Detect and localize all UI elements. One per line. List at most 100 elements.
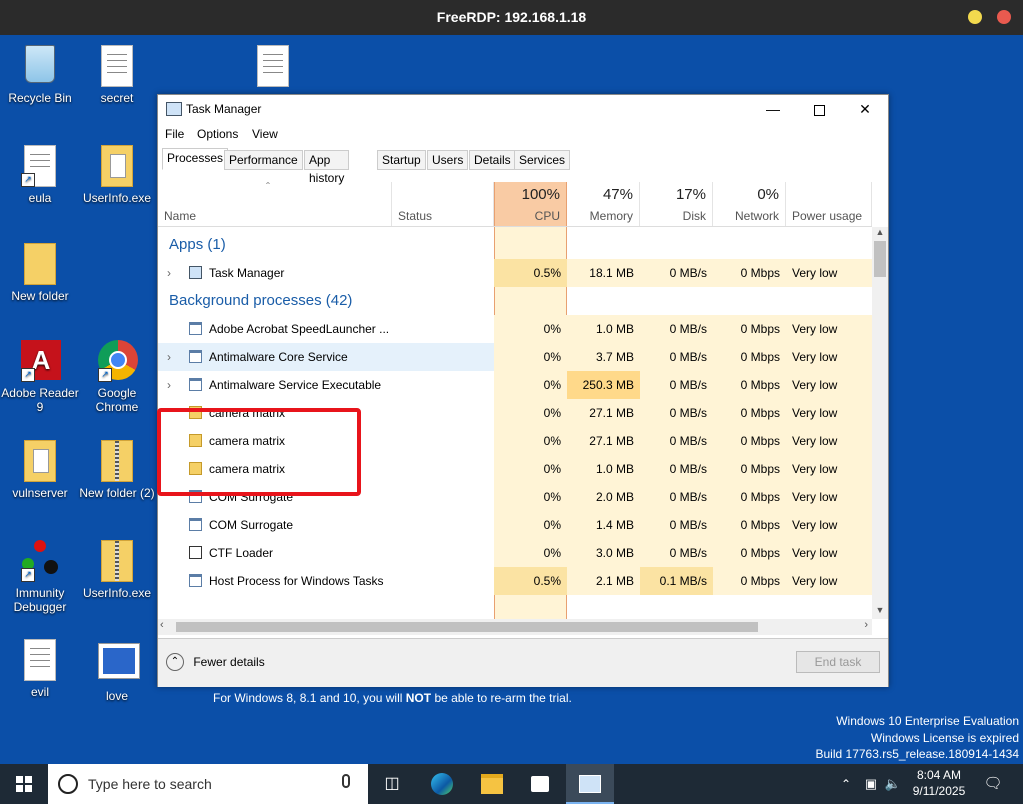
tab-users[interactable]: Users	[427, 150, 469, 170]
scroll-thumb[interactable]	[874, 241, 886, 277]
cell-cpu: 0%	[494, 511, 567, 539]
desktop-icon-new-folder[interactable]: New folder	[0, 243, 80, 303]
cell-disk: 0 MB/s	[640, 539, 713, 567]
clock-time: 8:04 AM	[916, 768, 962, 782]
minimize-button[interactable]: —	[750, 95, 796, 123]
document-icon	[21, 639, 59, 681]
window-titlebar[interactable]: Task Manager — ✕	[158, 95, 888, 123]
clock[interactable]: 8:04 AM 9/11/2025	[904, 767, 974, 799]
taskbar-search-box[interactable]: Type here to search	[48, 764, 368, 804]
tab-performance[interactable]: Performance	[224, 150, 303, 170]
end-task-button[interactable]: End task	[796, 651, 880, 673]
microphone-icon[interactable]	[342, 774, 350, 788]
store-icon[interactable]	[516, 764, 564, 804]
taskbar: Type here to search ◫ ⌃ ▣ 🔈 8:04 AM 9/11…	[0, 764, 1023, 804]
cell-power: Very low	[786, 259, 872, 287]
col-cpu[interactable]: 100% CPU	[494, 182, 567, 226]
col-network[interactable]: 0% Network	[713, 182, 786, 226]
fewer-details-button[interactable]: ⌃ Fewer details	[166, 653, 265, 673]
expand-chevron-icon[interactable]: ›	[167, 259, 171, 287]
tab-processes[interactable]: Processes	[162, 148, 229, 170]
desktop-icon-love[interactable]: love	[77, 639, 157, 703]
scroll-right-icon[interactable]: ›	[864, 619, 868, 631]
windows-logo-icon	[16, 775, 32, 792]
scroll-up-icon[interactable]: ▲	[872, 227, 888, 241]
desktop-icon-immunity-debugger[interactable]: ↗ Immunity Debugger	[0, 540, 80, 614]
desktop-icon-label: Recycle Bin	[8, 91, 72, 105]
cell-cpu: 0%	[494, 343, 567, 371]
cell-cpu: 0%	[494, 399, 567, 427]
group-title: Apps (1)	[169, 236, 226, 253]
process-row[interactable]: COM Surrogate 0% 1.4 MB 0 MB/s 0 Mbps Very lo…	[158, 511, 872, 539]
tab-app-history[interactable]: App history	[304, 150, 350, 185]
process-row[interactable]: › Task Manager 0.5% 18.1 MB 0 MB/s 0 Mbps Very…	[158, 259, 872, 287]
volume-muted-icon[interactable]: 🔈	[882, 764, 904, 804]
desktop-icon-userinfo[interactable]: UserInfo.exe	[77, 145, 157, 205]
process-row[interactable]: Adobe Acrobat SpeedLauncher ... 0% 1.0 MB 0…	[158, 315, 872, 343]
expand-chevron-icon[interactable]: ›	[167, 371, 171, 399]
cell-power: Very low	[786, 511, 872, 539]
group-header[interactable]: Background processes (42)	[158, 287, 872, 315]
desktop-icon-label: Adobe Reader 9	[1, 386, 79, 414]
folder-doc-icon	[21, 440, 59, 482]
col-status[interactable]: Status	[392, 182, 494, 226]
cell-net: 0 Mbps	[713, 427, 786, 455]
scroll-down-icon[interactable]: ▼	[872, 605, 888, 619]
close-button[interactable]: ✕	[842, 95, 888, 123]
process-name: Adobe Acrobat SpeedLauncher ...	[209, 322, 390, 336]
desktop-icon-evil[interactable]: evil	[0, 639, 80, 699]
minimize-dot-icon[interactable]	[968, 10, 982, 24]
task-view-icon[interactable]: ◫	[368, 764, 416, 804]
process-row[interactable]: › Antimalware Core Service 0% 3.7 MB 0 MB/s 0…	[158, 343, 872, 371]
process-row[interactable]: CTF Loader 0% 3.0 MB 0 MB/s 0 Mbps Very low	[158, 539, 872, 567]
scroll-thumb-horizontal[interactable]	[176, 622, 758, 632]
desktop-icon-new-folder-2[interactable]: New folder (2)	[77, 440, 157, 500]
network-icon[interactable]: ▣	[860, 764, 882, 804]
close-dot-icon[interactable]	[997, 10, 1011, 24]
file-explorer-icon[interactable]	[468, 764, 516, 804]
desktop-icon-document[interactable]	[233, 45, 313, 91]
window-process-icon	[189, 322, 202, 335]
desktop-icon-eula[interactable]: ↗ eula	[0, 145, 80, 205]
desktop-icon-adobe-reader[interactable]: A ↗ Adobe Reader 9	[0, 340, 80, 414]
edge-browser-icon[interactable]	[418, 764, 466, 804]
cell-cpu: 0.5%	[494, 567, 567, 595]
notifications-icon[interactable]: 🗨	[975, 764, 1011, 804]
process-row[interactable]: › Antimalware Service Executable 0% 250.3 M…	[158, 371, 872, 399]
col-disk[interactable]: 17% Disk	[640, 182, 713, 226]
cell-disk: 0 MB/s	[640, 399, 713, 427]
desktop-icon-userinfo-zip[interactable]: UserInfo.exe	[77, 540, 157, 600]
tab-startup[interactable]: Startup	[377, 150, 426, 170]
start-button[interactable]	[0, 764, 48, 804]
menu-file[interactable]: File	[165, 127, 184, 141]
vertical-scrollbar[interactable]: ▲ ▼	[872, 227, 888, 619]
cell-mem: 18.1 MB	[567, 259, 640, 287]
tab-details[interactable]: Details	[469, 150, 516, 170]
col-memory[interactable]: 47% Memory	[567, 182, 640, 226]
tab-services[interactable]: Services	[514, 150, 571, 170]
expand-chevron-icon[interactable]: ›	[167, 343, 171, 371]
horizontal-scrollbar[interactable]: ‹ ›	[158, 619, 872, 635]
col-power[interactable]: Power usage	[786, 182, 872, 226]
col-name[interactable]: ˆ Name	[158, 180, 392, 226]
chevron-up-icon[interactable]: ⌃	[834, 764, 858, 804]
task-manager-icon	[166, 102, 182, 116]
group-header[interactable]: Apps (1)	[158, 231, 872, 259]
desktop-icon-google-chrome[interactable]: ↗ Google Chrome	[77, 340, 157, 414]
scroll-left-icon[interactable]: ‹	[160, 619, 164, 631]
taskbar-task-manager-icon[interactable]	[566, 764, 614, 804]
desktop-icon-vulnserver[interactable]: vulnserver	[0, 440, 80, 500]
cell-cpu: 0.5%	[494, 259, 567, 287]
desktop-icon-label: UserInfo.exe	[82, 586, 152, 600]
desktop-icon-recycle-bin[interactable]: Recycle Bin	[0, 45, 80, 105]
desktop-icon-secret[interactable]: secret	[77, 45, 157, 105]
cell-net: 0 Mbps	[713, 539, 786, 567]
menu-options[interactable]: Options	[197, 127, 238, 141]
desktop-icon-label: love	[105, 689, 128, 703]
cell-disk: 0 MB/s	[640, 315, 713, 343]
menu-view[interactable]: View	[252, 127, 278, 141]
cell-net: 0 Mbps	[713, 315, 786, 343]
maximize-button[interactable]	[796, 95, 842, 123]
process-row[interactable]: Host Process for Windows Tasks 0.5% 2.1 MB…	[158, 567, 872, 595]
process-name: Task Manager	[209, 266, 285, 280]
